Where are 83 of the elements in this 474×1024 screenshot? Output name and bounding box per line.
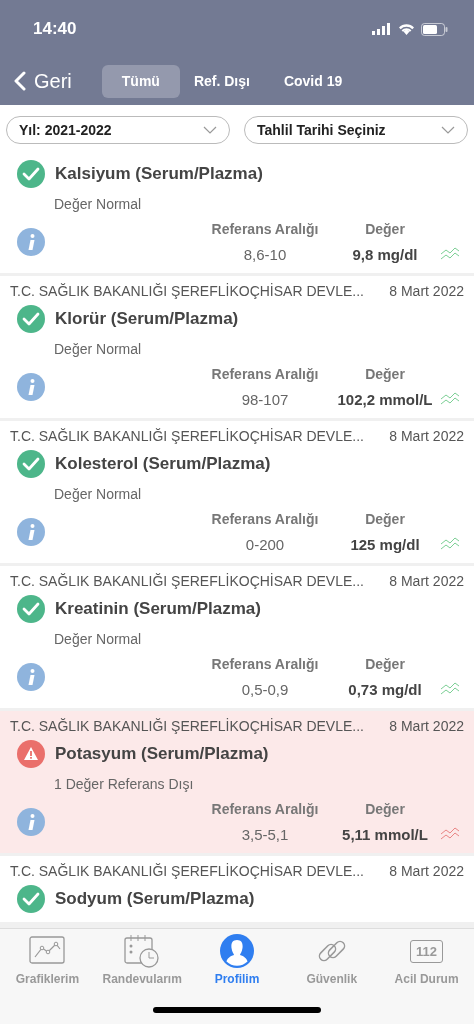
check-icon [17,160,45,188]
reference-range: 98-107 [240,390,290,408]
chart-icon [29,936,66,966]
emergency-number-badge: 112 [410,939,444,963]
result-value: 125 mg/dl [349,535,421,553]
check-icon [17,305,45,333]
result-status: 1 Değer Referans Dışı [53,775,195,794]
column-label: Değer [364,511,406,527]
tab-bar-item[interactable]: Profilim [192,933,282,986]
tab-bar-item[interactable]: Grafiklerim [2,933,93,986]
info-icon[interactable] [17,518,45,546]
test-name: Kolesterol (Serum/Plazma) [55,454,271,474]
signal-icon [372,23,392,35]
reference-range: 0-200 [244,535,286,553]
status-time: 14:40 [33,19,77,39]
column-label: Değer [364,221,406,237]
result-date: 8 Mart 2022 [389,718,464,734]
dropdown[interactable]: Tahlil Tarihi Seçiniz [244,116,468,144]
chevron-left-icon [14,71,26,91]
result-card[interactable]: T.C. SAĞLIK BAKANLIĞI ŞEREFLİKOÇHİSAR DEVLE... 8 Mart 2022 Kreatinin (Serum/Plazma) Değer Normal Referans Aralığı Değer 0,5-0,9 0,73 mg/dl [0,566,474,708]
trend-icon[interactable] [440,392,460,406]
result-status: Değer Normal [53,485,143,504]
column-label: Değer [364,366,406,382]
result-card[interactable]: T.C. SAĞLIK BAKANLIĞI ŞEREFLİKOÇHİSAR DEVLE... 8 Mart 2022 Kolesterol (Serum/Plazma) Değer Normal Referans Aralığı Değer 0-200 125 mg/dl [0,421,474,563]
info-icon[interactable] [17,228,45,256]
calendar-clock-icon [124,934,161,968]
test-name: Kreatinin (Serum/Plazma) [55,599,261,619]
check-icon [17,450,45,478]
check-icon [17,595,45,623]
reference-range: 0,5-0,9 [240,680,290,698]
test-name: Sodyum (Serum/Plazma) [55,889,255,909]
column-label: Referans Aralığı [210,801,320,817]
check-icon [17,885,45,913]
test-name: Kalsiyum (Serum/Plazma) [55,164,263,184]
result-value: 102,2 mmol/L [336,390,434,408]
trend-icon[interactable] [440,682,460,696]
filter-tab[interactable]: Tümü [101,64,180,98]
trend-icon[interactable] [440,827,460,841]
result-status: Değer Normal [53,195,143,214]
trend-icon[interactable] [440,537,460,551]
profile-icon [220,934,254,968]
battery-icon [421,22,448,36]
test-name: Klorür (Serum/Plazma) [55,309,239,329]
hospital-name: T.C. SAĞLIK BAKANLIĞI ŞEREFLİKOÇHİSAR DEVLE... [10,573,364,589]
trend-icon[interactable] [440,247,460,261]
tab-bar-item[interactable]: 112 Acil Durum [381,933,472,986]
info-icon[interactable] [17,808,45,836]
result-date: 8 Mart 2022 [389,428,464,444]
info-icon[interactable] [17,663,45,691]
result-card[interactable]: Kalsiyum (Serum/Plazma) Değer Normal Referans Aralığı Değer 8,6-10 9,8 mg/dl [0,153,474,273]
tab-bar-item[interactable]: Randevularım [97,933,188,986]
column-label: Değer [364,801,406,817]
column-label: Referans Aralığı [210,656,320,672]
test-name: Potasyum (Serum/Plazma) [55,744,269,764]
result-date: 8 Mart 2022 [389,863,464,879]
result-value: 5,11 mmol/L [341,825,429,843]
result-date: 8 Mart 2022 [389,283,464,299]
reference-range: 8,6-10 [242,245,288,263]
result-date: 8 Mart 2022 [389,573,464,589]
chevron-down-icon [441,126,455,134]
column-label: Değer [364,656,406,672]
result-card[interactable]: T.C. SAĞLIK BAKANLIĞI ŞEREFLİKOÇHİSAR DEVLE... 8 Mart 2022 Sodyum (Serum/Plazma) [0,856,474,922]
column-label: Referans Aralığı [210,511,320,527]
column-label: Referans Aralığı [210,366,320,382]
result-status: Değer Normal [53,630,143,649]
result-value: 9,8 mg/dl [351,245,419,263]
chevron-down-icon [203,126,217,134]
result-value: 0,73 mg/dl [347,680,423,698]
hospital-name: T.C. SAĞLIK BAKANLIĞI ŞEREFLİKOÇHİSAR DEVLE... [10,863,364,879]
dropdown[interactable]: Yıl: 2021-2022 [6,116,230,144]
wifi-icon [398,23,415,35]
hospital-name: T.C. SAĞLIK BAKANLIĞI ŞEREFLİKOÇHİSAR DEVLE... [10,283,364,299]
result-card[interactable]: T.C. SAĞLIK BAKANLIĞI ŞEREFLİKOÇHİSAR DEVLE... 8 Mart 2022 Potasyum (Serum/Plazma) 1 Değer Referans Dışı Referans Aralığı Değer 3,5-5,1 5,11 mmol/L [0,711,474,853]
column-label: Referans Aralığı [210,221,320,237]
result-status: Değer Normal [53,340,143,359]
result-card[interactable]: T.C. SAĞLIK BAKANLIĞI ŞEREFLİKOÇHİSAR DEVLE... 8 Mart 2022 Klorür (Serum/Plazma) Değer Normal Referans Aralığı Değer 98-107 102,2 mmol/L [0,276,474,418]
reference-range: 3,5-5,1 [240,825,290,843]
tab-bar-item[interactable]: Güvenlik [286,933,377,986]
back-button[interactable]: Geri [0,69,72,93]
warning-icon [17,740,45,768]
info-icon[interactable] [17,373,45,401]
hospital-name: T.C. SAĞLIK BAKANLIĞI ŞEREFLİKOÇHİSAR DEVLE... [10,428,364,444]
hospital-name: T.C. SAĞLIK BAKANLIĞI ŞEREFLİKOÇHİSAR DEVLE... [10,718,364,734]
